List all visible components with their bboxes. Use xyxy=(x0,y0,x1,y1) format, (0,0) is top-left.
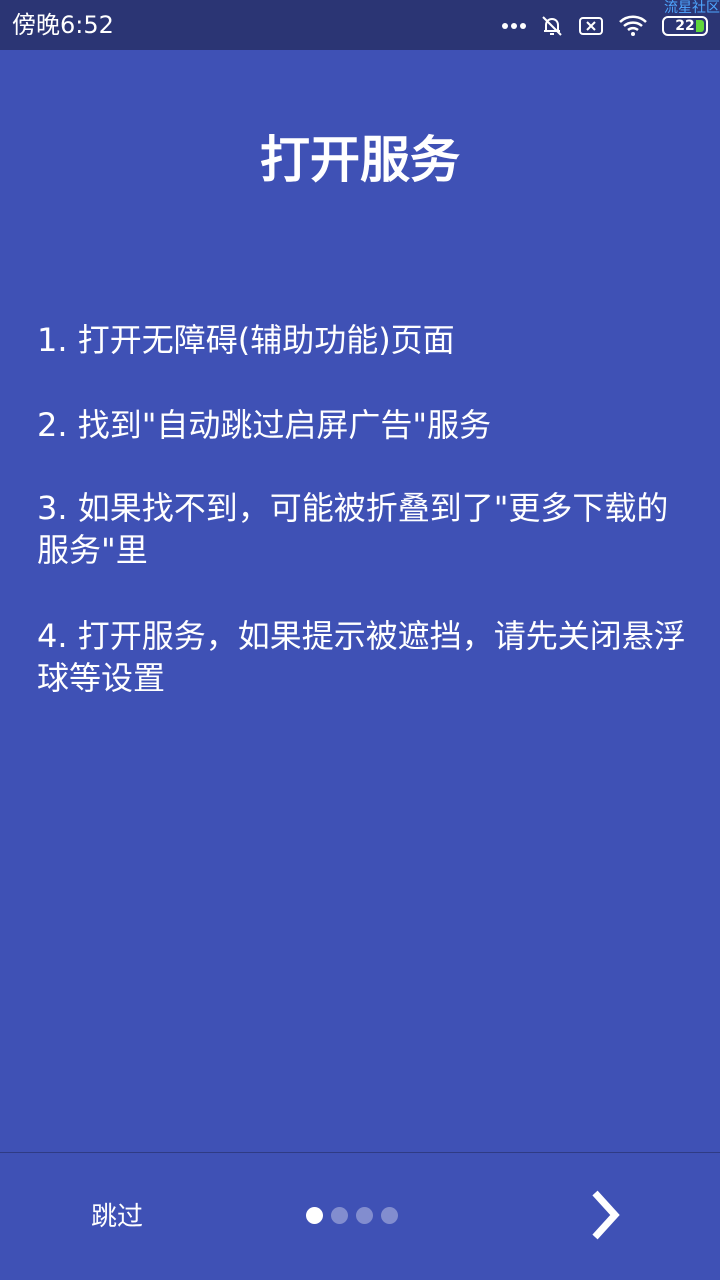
bottom-divider xyxy=(0,1152,720,1153)
page-dot-2 xyxy=(331,1207,348,1224)
sim-x-icon xyxy=(578,15,604,37)
step-4: 4. 打开服务，如果提示被遮挡，请先关闭悬浮球等设置 xyxy=(37,617,686,697)
page-dot-1 xyxy=(306,1207,323,1224)
next-button[interactable] xyxy=(572,1182,638,1252)
status-time: 傍晚6:52 xyxy=(12,11,114,39)
chevron-right-icon xyxy=(587,1189,623,1245)
skip-button[interactable]: 跳过 xyxy=(70,1190,164,1244)
page-title: 打开服务 xyxy=(260,131,460,189)
status-bar: 傍晚6:52 22 流星社区 xyxy=(0,0,720,50)
status-icons: 22 xyxy=(502,13,708,39)
battery-icon: 22 xyxy=(662,16,708,36)
page-dot-4 xyxy=(381,1207,398,1224)
more-dots-icon xyxy=(502,22,526,30)
page-dot-3 xyxy=(356,1207,373,1224)
battery-fill xyxy=(696,20,704,32)
step-3: 3. 如果找不到，可能被折叠到了"更多下载的服务"里 xyxy=(37,489,669,569)
wifi-icon xyxy=(618,14,648,38)
step-1: 1. 打开无障碍(辅助功能)页面 xyxy=(37,321,455,359)
bell-off-icon xyxy=(540,14,564,38)
battery-level: 22 xyxy=(675,18,695,34)
step-2: 2. 找到"自动跳过启屏广告"服务 xyxy=(37,406,492,444)
watermark: 流星社区 xyxy=(664,0,720,16)
page-indicator xyxy=(306,1207,398,1225)
